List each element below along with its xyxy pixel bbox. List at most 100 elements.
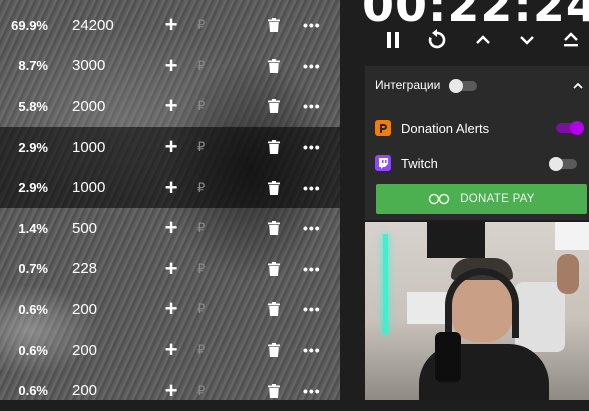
trash-icon — [268, 18, 280, 33]
integrations-toggle[interactable] — [449, 79, 477, 93]
add-amount-button[interactable]: + — [163, 379, 179, 402]
delete-button[interactable] — [268, 221, 280, 236]
trash-icon — [268, 261, 280, 276]
ruble-icon: ₽ — [197, 179, 206, 195]
ruble-icon: ₽ — [197, 260, 206, 276]
lot-amount: 500 — [72, 219, 98, 237]
down-button[interactable] — [512, 22, 542, 58]
delete-button[interactable] — [268, 18, 280, 33]
up-button[interactable] — [468, 22, 498, 58]
lot-percent: 2.9% — [18, 139, 48, 155]
trash-icon — [268, 221, 280, 236]
trash-icon — [268, 180, 280, 195]
add-amount-button[interactable]: + — [163, 298, 179, 320]
trash-icon — [268, 140, 280, 155]
delete-button[interactable] — [268, 140, 280, 155]
add-amount-button[interactable]: + — [163, 257, 179, 280]
lot-percent: 0.6% — [18, 342, 48, 358]
delete-button[interactable] — [268, 343, 280, 358]
collapse-panel-button[interactable] — [573, 77, 583, 95]
lot-amount: 24200 — [72, 16, 114, 34]
delete-button[interactable] — [268, 99, 280, 114]
lot-row: 0.6% 200 + ₽ ••• — [0, 289, 340, 330]
add-amount-button[interactable]: + — [163, 217, 179, 239]
ruble-icon: ₽ — [197, 17, 206, 33]
lot-row: 8.7% 3000 + ₽ ••• — [0, 46, 340, 87]
more-options-button[interactable]: ••• — [303, 139, 321, 155]
ruble-icon: ₽ — [197, 342, 206, 358]
more-options-button[interactable]: ••• — [303, 180, 321, 196]
trash-icon — [268, 343, 280, 358]
lot-amount: 3000 — [72, 57, 106, 75]
add-amount-button[interactable]: + — [163, 54, 179, 77]
trash-icon — [268, 383, 280, 398]
pause-icon — [387, 32, 399, 48]
add-amount-button[interactable]: + — [163, 176, 179, 199]
lot-amount: 1000 — [72, 179, 106, 197]
integration-donation-alerts: Donation Alerts — [375, 119, 489, 137]
trash-icon — [268, 302, 280, 317]
pause-button[interactable] — [378, 22, 408, 58]
delete-button[interactable] — [268, 383, 280, 398]
lot-row: 0.7% 228 + ₽ ••• — [0, 249, 340, 290]
lot-row: 0.6% 200 + ₽ ••• — [0, 330, 340, 371]
more-options-button[interactable]: ••• — [303, 383, 321, 399]
lot-percent: 2.9% — [18, 180, 48, 196]
lot-row: 1.4% 500 + ₽ ••• — [0, 208, 340, 249]
delete-button[interactable] — [268, 302, 280, 317]
lot-row: 2.9% 1000 + ₽ ••• — [0, 126, 340, 168]
donate-pay-button[interactable]: DONATE PAY — [376, 184, 587, 214]
trash-icon — [268, 58, 280, 73]
integrations-title: Интеграции — [375, 78, 441, 92]
reset-button[interactable] — [422, 22, 452, 58]
lot-row: 69.9% 24200 + ₽ ••• — [0, 5, 340, 46]
trash-icon — [268, 99, 280, 114]
more-options-button[interactable]: ••• — [303, 261, 321, 277]
more-options-button[interactable]: ••• — [303, 301, 321, 317]
donationalerts-icon — [375, 120, 391, 136]
delete-button[interactable] — [268, 58, 280, 73]
lot-amount: 200 — [72, 382, 98, 400]
collapse-timer-button[interactable] — [556, 22, 586, 58]
chevron-up-icon — [476, 35, 490, 44]
delete-button[interactable] — [268, 261, 280, 276]
lot-percent: 69.9% — [11, 17, 48, 33]
ruble-icon: ₽ — [197, 220, 206, 236]
more-options-button[interactable]: ••• — [303, 220, 321, 236]
more-options-button[interactable]: ••• — [303, 98, 321, 114]
more-options-button[interactable]: ••• — [303, 342, 321, 358]
lot-percent: 1.4% — [18, 220, 48, 236]
delete-button[interactable] — [268, 180, 280, 195]
ruble-icon: ₽ — [197, 98, 206, 114]
integration-label: Donation Alerts — [401, 120, 490, 136]
lot-amount: 200 — [72, 341, 98, 359]
twitch-toggle[interactable] — [549, 157, 577, 171]
lot-list: 69.9% 24200 + ₽ ••• 8.7% 3000 + ₽ ••• 5.… — [0, 5, 340, 411]
donatepay-icon — [428, 193, 450, 205]
ruble-icon: ₽ — [197, 57, 206, 73]
chevron-up-icon — [573, 82, 583, 89]
integration-label: Twitch — [401, 155, 438, 171]
lot-amount: 2000 — [72, 97, 106, 115]
lot-percent: 0.7% — [18, 261, 48, 277]
lot-row: 5.8% 2000 + ₽ ••• — [0, 86, 340, 127]
integration-twitch: Twitch — [375, 154, 438, 172]
chevron-up-bar-icon — [564, 32, 578, 47]
more-options-button[interactable]: ••• — [303, 58, 321, 74]
add-amount-button[interactable]: + — [163, 136, 179, 158]
reset-icon — [428, 29, 446, 49]
timer-controls — [362, 22, 589, 60]
more-options-button[interactable]: ••• — [303, 17, 321, 33]
add-amount-button[interactable]: + — [163, 95, 179, 117]
ruble-icon: ₽ — [197, 301, 206, 317]
lot-row: 2.9% 1000 + ₽ ••• — [0, 167, 340, 208]
ruble-icon: ₽ — [197, 382, 206, 398]
lot-percent: 5.8% — [18, 98, 48, 114]
chevron-down-icon — [520, 36, 534, 45]
donation-alerts-toggle[interactable] — [556, 121, 584, 135]
add-amount-button[interactable]: + — [163, 339, 179, 361]
lot-percent: 8.7% — [18, 58, 48, 74]
add-amount-button[interactable]: + — [163, 14, 179, 36]
lot-row: 0.6% 200 + ₽ ••• — [0, 370, 340, 411]
webcam-feed — [365, 222, 589, 400]
